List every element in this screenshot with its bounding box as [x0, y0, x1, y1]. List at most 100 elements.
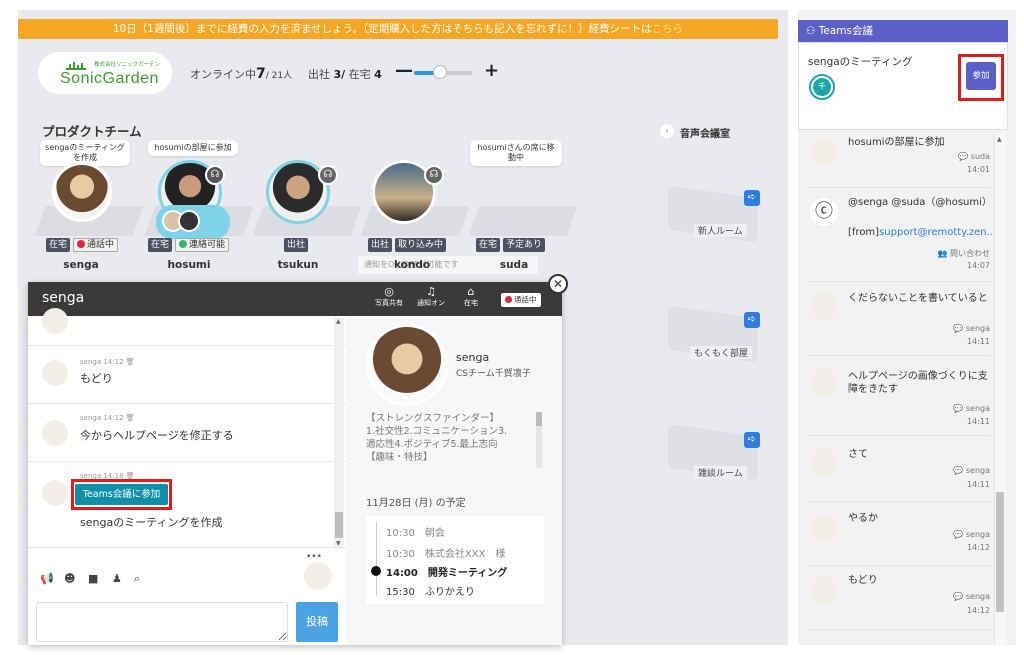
home-label: 在宅	[348, 68, 371, 81]
busy-dot-icon	[77, 240, 86, 248]
avatar	[810, 576, 838, 604]
headset-icon: ☊	[205, 165, 225, 185]
feed-author-name: suda	[970, 152, 990, 161]
feed-from: [from]support@remotty.zen...	[848, 226, 996, 239]
feed-time: 14:12	[966, 606, 990, 615]
chat-title: senga	[42, 290, 85, 306]
avatar	[810, 448, 838, 476]
more-options-icon[interactable]: •••	[306, 552, 322, 562]
bio-line: 1.社交性2.コミュニケーション3.	[366, 426, 508, 437]
schedule-item[interactable]: 15:30 ふりかえり	[366, 583, 544, 598]
busy-dot-icon	[505, 296, 512, 303]
feed-author-name: senga	[965, 530, 990, 539]
photo-share-button[interactable]: ◎ 写真共有	[372, 286, 406, 308]
online-count: 7	[256, 66, 266, 82]
schedule-item[interactable]: 10:30 株式会社XXX 様	[366, 545, 544, 560]
message-input[interactable]	[36, 602, 288, 642]
emoji-icon[interactable]: ☻	[64, 572, 75, 585]
user-icon[interactable]: ♟	[112, 572, 122, 585]
availability-tag: 連絡可能	[175, 238, 230, 252]
feed-author: 💬 suda	[958, 152, 990, 161]
remotty-icon: ⓒ	[810, 198, 838, 226]
room-label: 雑談ルーム	[694, 466, 747, 479]
status-tags-hosumi: 在宅 連絡可能	[148, 237, 232, 252]
company-logo[interactable]: 株式会社ソニックガーデン SonicGarden	[38, 52, 172, 94]
schedule-item-current[interactable]: 14:00 開発ミーティング	[366, 564, 544, 579]
busy-tag: 取り込み中	[395, 238, 447, 252]
sprout-icon	[66, 62, 86, 70]
highlight-frame	[958, 54, 1004, 101]
from-prefix: [from]	[848, 227, 880, 238]
feed-item: やるか 💬 senga 14:12	[808, 502, 990, 566]
meeting-title: sengaのミーティング	[808, 56, 913, 68]
call-status-text: 通話中	[87, 240, 115, 250]
location-tag: 出社	[368, 238, 393, 252]
member-name-kondo: kondo	[393, 259, 431, 271]
feed-author: 💬 senga	[953, 466, 990, 475]
home-count: 4	[374, 68, 382, 81]
chat-scrollbar-thumb[interactable]	[335, 512, 343, 538]
zoom-out-button[interactable]: —	[395, 60, 413, 81]
chevron-right-icon[interactable]: ›	[660, 124, 674, 138]
zoom-in-button[interactable]: +	[484, 60, 499, 81]
check-icon	[179, 240, 188, 248]
feed-time: 14:11	[966, 417, 990, 426]
teams-header: ⚇ Teams会議	[798, 20, 1008, 42]
message-meta: senga 14:12 🗑	[80, 358, 135, 366]
logo-subtitle: 株式会社ソニックガーデン	[94, 62, 161, 68]
photo-share-label: 写真共有	[375, 299, 403, 307]
message-text: sengaのミーティングを作成	[80, 516, 223, 529]
enter-room-icon[interactable]: ➪	[744, 432, 760, 448]
home-status-button[interactable]: ⌂ 在宅	[458, 286, 484, 308]
enter-room-icon[interactable]: ➪	[744, 312, 760, 328]
status-bubble-hosumi: hosumiの部屋に参加	[148, 140, 238, 156]
avatar	[42, 360, 68, 386]
member-name-senga: senga	[63, 259, 99, 271]
video-icon[interactable]: ■	[88, 572, 98, 585]
notification-label: 通知オン	[417, 299, 445, 307]
banner-link[interactable]: こちら	[652, 23, 684, 35]
avatar	[810, 514, 838, 542]
headset-icon: ☊	[424, 165, 444, 185]
schedule-title-text: 株式会社XXX 様	[424, 549, 506, 560]
feed-author-name: senga	[965, 592, 990, 601]
announcement-banner: 10日（1週間後）までに経費の入力を済ませしょう。（定期購入した方はそちらも記入…	[18, 19, 778, 39]
megaphone-icon[interactable]: 📢	[40, 572, 54, 585]
profile-role: CSチーム千賀凛子	[456, 369, 531, 379]
avatar	[810, 292, 838, 320]
schedule-item[interactable]: 10:30 朝会	[366, 524, 544, 539]
room-label: もくもく部屋	[690, 346, 753, 359]
highlight-frame	[71, 479, 172, 510]
bio-scrollbar-thumb[interactable]	[536, 412, 542, 426]
avatar	[810, 138, 838, 166]
list-item: senga 14:12 🗑 今からヘルプページを修正する	[28, 404, 346, 462]
avatar	[42, 420, 68, 446]
scroll-up-icon[interactable]: ▲	[997, 136, 1002, 143]
notification-toggle-button[interactable]: ♫ 通知オン	[414, 286, 448, 308]
feed-author: 💬 senga	[953, 324, 990, 333]
room-label: 新人ルーム	[694, 224, 747, 237]
feed-time: 14:01	[966, 165, 990, 174]
sidebar-scrollbar-thumb[interactable]	[996, 492, 1004, 612]
availability-text: 連絡可能	[189, 240, 226, 250]
avatar	[42, 308, 68, 334]
attachment-icon[interactable]: ⌕	[134, 572, 140, 586]
avatar-senga[interactable]	[52, 162, 112, 222]
hosumi-room-badge[interactable]	[156, 205, 230, 239]
from-link[interactable]: support@remotty.zen...	[879, 227, 996, 238]
bio-line: 適応性4.ポジティブ5.最上志向	[366, 439, 498, 450]
feed-text: さて	[848, 449, 868, 460]
scroll-up-icon[interactable]: ▲	[336, 318, 341, 325]
feed-time: 14:11	[966, 337, 990, 346]
profile-avatar	[366, 324, 448, 406]
feed-item: もどり 💬 senga 14:12	[808, 566, 990, 630]
office-label: 出社	[308, 68, 330, 81]
close-icon[interactable]: ✕	[548, 274, 568, 294]
online-total: / 21人	[265, 71, 293, 81]
status-tags-suda: 在宅 予定あり	[476, 237, 548, 252]
zoom-slider-handle[interactable]	[433, 65, 448, 79]
post-button[interactable]: 投稿	[296, 602, 338, 642]
enter-room-icon[interactable]: ➪	[744, 190, 760, 206]
scroll-down-icon[interactable]: ▼	[336, 540, 341, 547]
team-title: プロダクトチーム	[42, 124, 142, 139]
